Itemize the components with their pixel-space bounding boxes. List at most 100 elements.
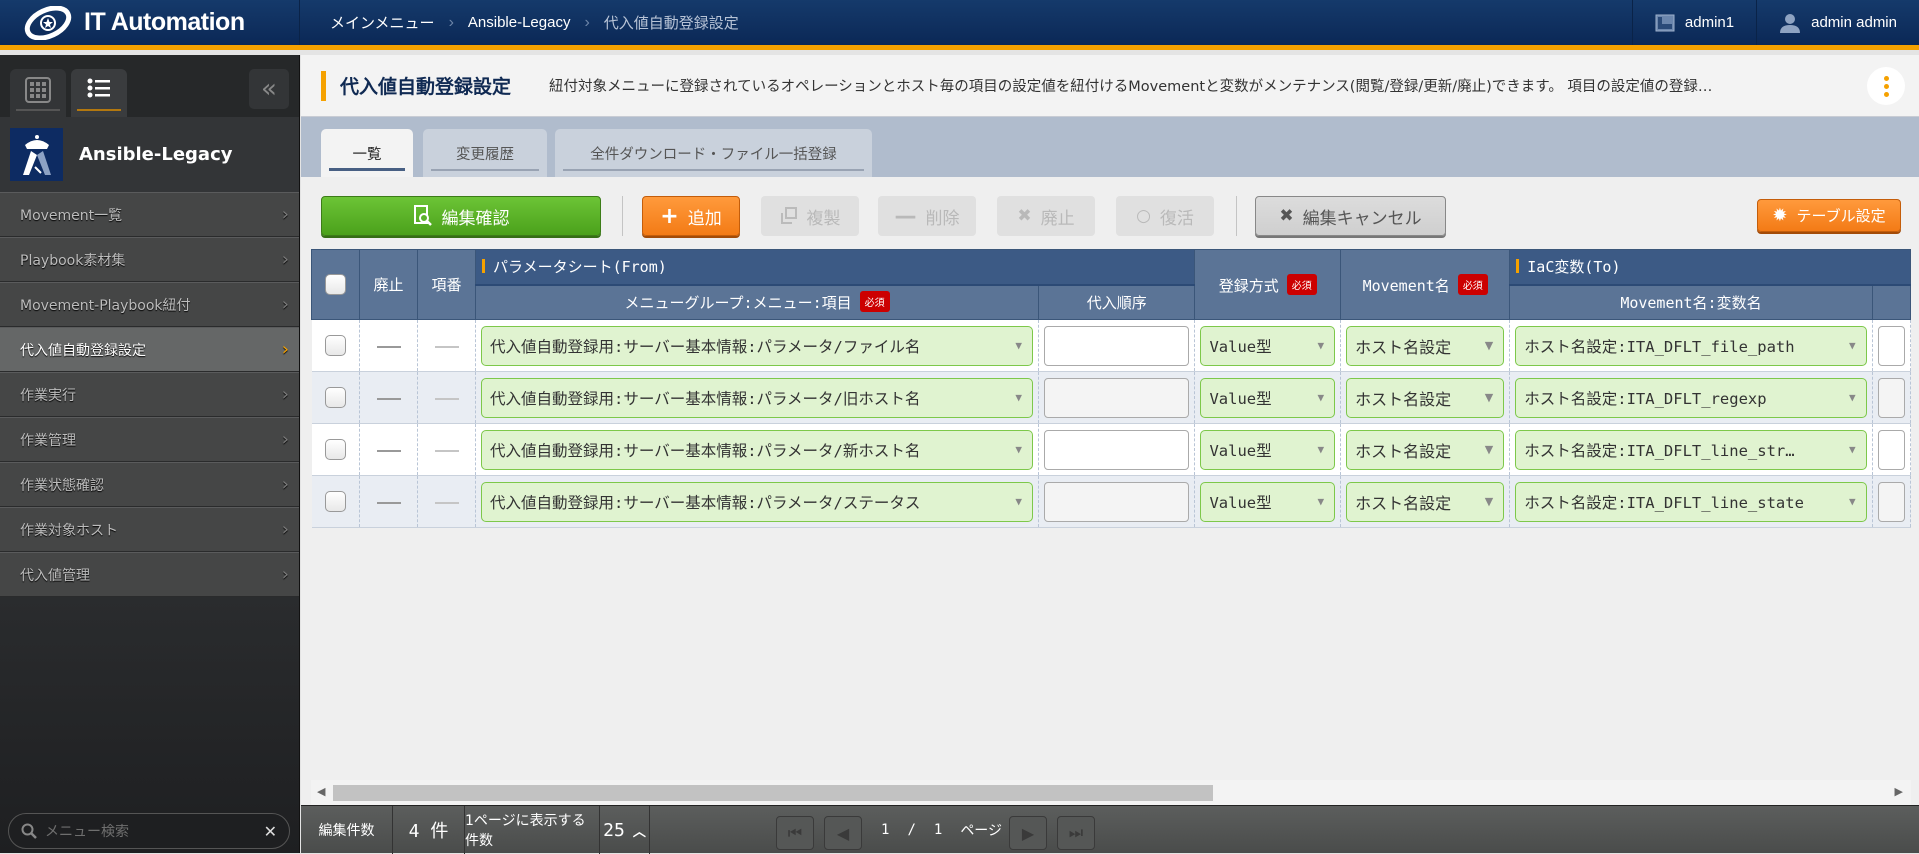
breadcrumb-ansible-legacy[interactable]: Ansible-Legacy	[468, 14, 571, 31]
edit-confirm-button[interactable]: 編集確認	[321, 196, 601, 236]
next-page-button[interactable]: ▶	[1009, 816, 1047, 850]
order-input[interactable]	[1044, 377, 1190, 418]
header-discard[interactable]: 廃止	[359, 249, 419, 320]
discard-button[interactable]: ✖ 廃止	[997, 196, 1095, 236]
header-menu-item[interactable]: メニューグループ:メニュー:項目 必須	[475, 284, 1040, 320]
scroll-right-icon[interactable]: ▶	[1895, 785, 1903, 798]
order-input[interactable]	[1044, 429, 1190, 470]
movement-var-select[interactable]: ホスト名設定:ITA_DFLT_line_state ▼	[1515, 481, 1867, 522]
circle-icon: ○	[1136, 206, 1151, 226]
next-column-input[interactable]	[1877, 481, 1905, 522]
add-button[interactable]: + 追加	[642, 196, 740, 236]
movement-select[interactable]: ホスト名設定 ▼	[1346, 325, 1505, 366]
sidebar-item-label: Playbook素材集	[20, 252, 126, 269]
plus-icon: +	[660, 203, 679, 229]
sidebar-item-playbook-materials[interactable]: Playbook素材集 ›	[0, 237, 299, 282]
page-title-bar: 代入値自動登録設定 紐付対象メニューに登録されているオペレーションとホスト毎の項…	[301, 55, 1919, 117]
movement-select[interactable]: ホスト名設定 ▼	[1346, 377, 1505, 418]
row-checkbox[interactable]	[324, 439, 346, 460]
chevron-right-icon: ›	[281, 384, 289, 405]
reg-method-select[interactable]: Value型 ▼	[1200, 429, 1336, 470]
table-row: 代入値自動登録用:サーバー基本情報:パラメータ/ファイル名 ▼ Value型 ▼ ホスト…	[311, 319, 1911, 372]
tab-download-upload[interactable]: 全件ダウンロード・ファイル一括登録	[555, 129, 872, 177]
sidebar-tab-grid[interactable]	[10, 69, 66, 117]
sidebar-item-label: Movement一覧	[20, 207, 123, 224]
next-column-input[interactable]	[1877, 377, 1905, 418]
scrollbar-thumb[interactable]	[333, 785, 1213, 801]
clear-search-icon[interactable]: ✕	[264, 822, 277, 841]
dropdown-arrow-icon: ▼	[1015, 443, 1023, 456]
select-all-checkbox[interactable]	[325, 274, 347, 295]
dropdown-arrow-icon: ▼	[1317, 443, 1325, 456]
tab-list[interactable]: 一覧	[321, 129, 413, 177]
order-input[interactable]	[1044, 481, 1190, 522]
prev-page-button[interactable]: ◀	[824, 816, 862, 850]
movement-var-select[interactable]: ホスト名設定:ITA_DFLT_file_path ▼	[1515, 325, 1867, 366]
sidebar-item-movement-playbook-link[interactable]: Movement-Playbook紐付 ›	[0, 282, 299, 327]
reg-method-select[interactable]: Value型 ▼	[1200, 481, 1336, 522]
sidebar-item-label: 代入値自動登録設定	[20, 342, 146, 359]
item-no-placeholder	[434, 345, 459, 348]
sidebar: « Ansible-Legacy Movement一覧 › Playbook素材集…	[0, 55, 300, 853]
ita-logo-icon	[24, 5, 72, 40]
last-page-button[interactable]: ⏭	[1057, 816, 1095, 850]
menu-search: ✕	[8, 813, 290, 849]
user-icon	[1780, 13, 1801, 33]
first-page-button[interactable]: ⏮	[776, 816, 814, 850]
order-input[interactable]	[1044, 325, 1190, 366]
collapse-sidebar-button[interactable]: «	[249, 69, 289, 109]
menu-search-input[interactable]	[45, 823, 256, 839]
next-column-input[interactable]	[1877, 429, 1905, 470]
dropdown-arrow-icon: ▼	[1849, 339, 1856, 352]
dropdown-arrow-icon: ▼	[1484, 339, 1494, 352]
duplicate-button[interactable]: 複製	[761, 196, 859, 236]
page-title: 代入値自動登録設定	[340, 76, 512, 98]
required-badge: 必須	[1457, 273, 1488, 295]
reg-method-select[interactable]: Value型 ▼	[1200, 377, 1336, 418]
user-menu-button[interactable]: admin admin	[1756, 0, 1919, 45]
workspace-button[interactable]: admin1	[1631, 0, 1756, 45]
menu-item-select[interactable]: 代入値自動登録用:サーバー基本情報:パラメータ/旧ホスト名 ▼	[481, 377, 1034, 418]
menu-item-select[interactable]: 代入値自動登録用:サーバー基本情報:パラメータ/ファイル名 ▼	[481, 325, 1034, 366]
sidebar-app-header: Ansible-Legacy	[0, 117, 299, 192]
movement-select[interactable]: ホスト名設定 ▼	[1346, 481, 1505, 522]
edit-cancel-button[interactable]: ✖ 編集キャンセル	[1255, 196, 1446, 236]
movement-select[interactable]: ホスト名設定 ▼	[1346, 429, 1505, 470]
header-group-from: パラメータシート(From)	[475, 249, 1196, 286]
sidebar-tab-list[interactable]	[71, 69, 127, 117]
sidebar-item-auto-registration[interactable]: 代入値自動登録設定 ›	[0, 327, 299, 372]
sidebar-item-target-hosts[interactable]: 作業対象ホスト ›	[0, 507, 299, 552]
header-order[interactable]: 代入順序	[1038, 284, 1196, 320]
row-checkbox[interactable]	[324, 335, 346, 356]
dropdown-arrow-icon: ▼	[1317, 495, 1325, 508]
row-checkbox[interactable]	[324, 491, 346, 512]
tab-change-history[interactable]: 変更履歴	[423, 129, 547, 177]
sidebar-item-job-status[interactable]: 作業状態確認 ›	[0, 462, 299, 507]
horizontal-scrollbar[interactable]: ◀ ▶	[311, 780, 1911, 805]
more-options-button[interactable]	[1867, 67, 1905, 105]
menu-item-select[interactable]: 代入値自動登録用:サーバー基本情報:パラメータ/ステータス ▼	[481, 481, 1034, 522]
restore-button[interactable]: ○ 復活	[1116, 196, 1214, 236]
row-checkbox[interactable]	[324, 387, 346, 408]
movement-var-select[interactable]: ホスト名設定:ITA_DFLT_line_str… ▼	[1515, 429, 1867, 470]
workspace-icon	[1655, 14, 1675, 31]
sidebar-item-job-management[interactable]: 作業管理 ›	[0, 417, 299, 462]
reg-method-select[interactable]: Value型 ▼	[1200, 325, 1336, 366]
dropdown-arrow-icon: ▼	[1015, 495, 1023, 508]
app-logo[interactable]: IT Automation	[22, 0, 300, 45]
delete-button[interactable]: — 削除	[878, 196, 976, 236]
next-column-input[interactable]	[1877, 325, 1905, 366]
per-page-select[interactable]: 25 ︿	[600, 806, 650, 854]
table-settings-button[interactable]: ✹ テーブル設定	[1757, 199, 1901, 232]
header-reg-method[interactable]: 登録方式 必須	[1194, 249, 1342, 320]
breadcrumb-main-menu[interactable]: メインメニュー	[330, 12, 435, 33]
sidebar-item-movement-list[interactable]: Movement一覧 ›	[0, 192, 299, 237]
scroll-left-icon[interactable]: ◀	[317, 785, 325, 798]
movement-var-select[interactable]: ホスト名設定:ITA_DFLT_regexp ▼	[1515, 377, 1867, 418]
header-movement[interactable]: Movement名 必須	[1340, 249, 1511, 320]
header-movement-var[interactable]: Movement名:変数名	[1509, 284, 1873, 320]
sidebar-item-value-management[interactable]: 代入値管理 ›	[0, 552, 299, 597]
header-item-no[interactable]: 項番	[417, 249, 477, 320]
menu-item-select[interactable]: 代入値自動登録用:サーバー基本情報:パラメータ/新ホスト名 ▼	[481, 429, 1034, 470]
sidebar-item-execute[interactable]: 作業実行 ›	[0, 372, 299, 417]
